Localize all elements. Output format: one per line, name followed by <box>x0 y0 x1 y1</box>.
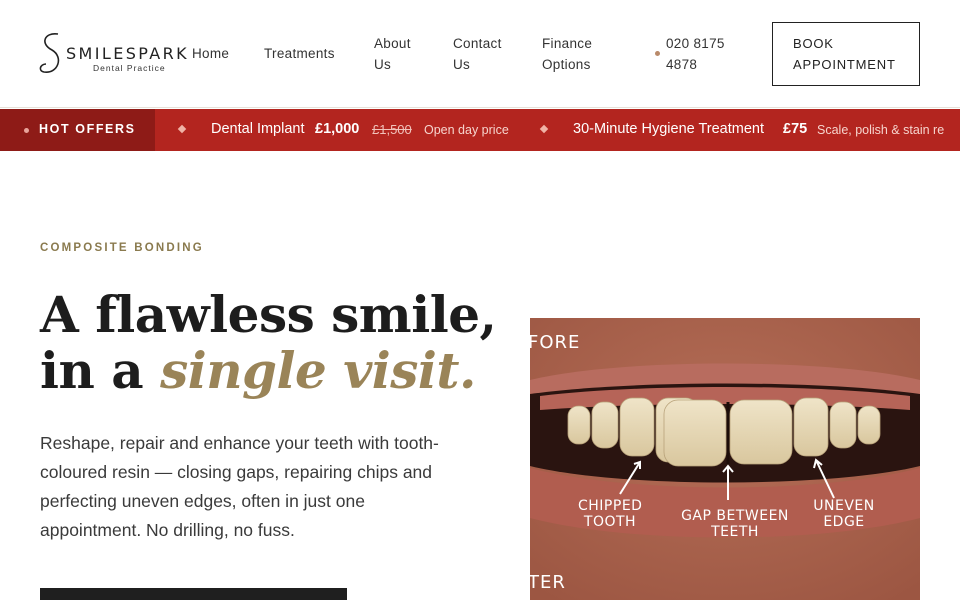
hot-dot-icon <box>24 128 29 133</box>
label-line: GAP BETWEEN <box>681 508 789 524</box>
before-corner-label: FORE <box>530 332 581 353</box>
nav-contact-us[interactable]: Contact Us <box>453 33 513 75</box>
site-header: SMILESPARK Dental Practice Home Treatmen… <box>0 0 960 108</box>
logo-tagline: Dental Practice <box>93 63 166 73</box>
smile-illustration <box>530 318 920 600</box>
label-line: TEETH <box>711 524 759 540</box>
label-line: CHIPPED <box>578 498 643 514</box>
hero-body: Reshape, repair and enhance your teeth w… <box>40 433 439 540</box>
offer-note: Scale, polish & stain re <box>817 123 945 137</box>
diamond-separator-icon <box>177 124 187 134</box>
offer-price: £75 <box>783 121 808 137</box>
label-line: TOOTH <box>583 514 637 530</box>
offer-note: Open day price <box>424 123 509 137</box>
hero-headline: A flawless smile, in a single visit. <box>40 285 497 400</box>
headline-line-2-accent: single visit. <box>160 341 476 400</box>
nav-phone-link[interactable]: 020 8175 4878 <box>666 33 741 75</box>
phone-dot-icon <box>655 51 660 56</box>
uneven-edge-label: UNEVEN EDGE <box>812 498 876 530</box>
gap-between-teeth-label: GAP BETWEEN TEETH <box>680 508 790 540</box>
label-line: EDGE <box>823 514 865 530</box>
hot-offers-badge: HOT OFFERS <box>0 109 155 151</box>
chipped-tooth-label: CHIPPED TOOTH <box>578 498 642 530</box>
diamond-separator-icon <box>539 124 549 134</box>
offer-old-price: £1,500 <box>372 122 412 137</box>
logo[interactable]: SMILESPARK Dental Practice <box>38 30 198 78</box>
hero-cta-button[interactable] <box>40 588 347 600</box>
after-corner-label: TER <box>530 572 566 593</box>
nav-about-us[interactable]: About Us <box>374 33 426 75</box>
headline-line-1: A flawless smile, <box>40 285 497 344</box>
hero-eyebrow: COMPOSITE BONDING <box>40 242 204 254</box>
hot-offers-label: HOT OFFERS <box>39 122 136 136</box>
offer-name[interactable]: Dental Implant <box>211 121 305 137</box>
nav-treatments[interactable]: Treatments <box>264 43 335 64</box>
book-appointment-button[interactable]: BOOK APPOINTMENT <box>772 22 920 86</box>
headline-line-2-plain: in a <box>40 341 161 400</box>
label-line: UNEVEN <box>813 498 875 514</box>
offers-ticker: HOT OFFERS Dental Implant £1,000 £1,500 … <box>0 109 960 151</box>
offer-name[interactable]: 30-Minute Hygiene Treatment <box>573 121 764 137</box>
smile-before-image: FORE TER CHIPPED TOOTH GAP BETWEEN TEETH… <box>530 318 920 600</box>
offer-price: £1,000 <box>315 121 360 137</box>
nav-home[interactable]: Home <box>192 43 229 64</box>
logo-wordmark: SMILESPARK <box>66 44 190 63</box>
nav-finance-options[interactable]: Finance Options <box>542 33 604 75</box>
